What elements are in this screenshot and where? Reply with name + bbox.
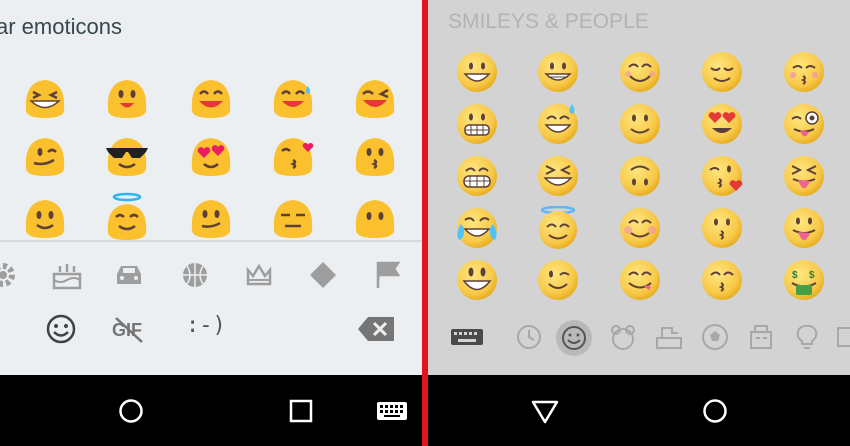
emoji-winking[interactable]	[536, 258, 580, 302]
food-icon[interactable]	[654, 322, 684, 352]
emoji-heart-eyes[interactable]	[186, 130, 236, 180]
gear-icon[interactable]	[0, 258, 20, 292]
emoji-sunglasses[interactable]	[102, 130, 152, 180]
emoji-heart-eyes[interactable]	[700, 102, 744, 146]
keyboard-icon[interactable]	[450, 328, 484, 350]
emoji-kiss-heart[interactable]	[268, 130, 318, 180]
bear-icon[interactable]	[608, 322, 638, 352]
emoji-slight-smile[interactable]	[20, 192, 70, 242]
emoji-grin-teeth[interactable]	[455, 154, 499, 198]
emoji-wink-tongue[interactable]	[20, 130, 70, 180]
clock-icon[interactable]	[514, 322, 544, 352]
emoji-smile[interactable]	[102, 72, 152, 122]
symbols-icon[interactable]	[834, 322, 850, 352]
emoji-relieved[interactable]	[700, 50, 744, 94]
emoji-money-mouth[interactable]: $ $	[782, 258, 826, 302]
category-title: SMILEYS & PEOPLE	[448, 10, 649, 33]
emoji-grinning[interactable]	[455, 50, 499, 94]
emoji-yum[interactable]	[618, 258, 662, 302]
emoji-kissing-closed-eyes[interactable]	[782, 50, 826, 94]
emoji-laughing-wink[interactable]	[350, 72, 400, 122]
smiley-category-icon[interactable]	[559, 323, 589, 353]
text-emoticon-key[interactable]: :-)	[186, 313, 226, 338]
emoji-wink-tongue[interactable]	[782, 102, 826, 146]
car-icon[interactable]	[112, 258, 146, 292]
home-button-icon[interactable]	[702, 398, 728, 424]
diamond-icon[interactable]	[306, 258, 340, 292]
emoji-tongue[interactable]	[782, 206, 826, 250]
emoji-kissing[interactable]	[350, 130, 400, 180]
emoji-grimacing[interactable]	[455, 102, 499, 146]
emoji-blush-smile[interactable]	[186, 72, 236, 122]
emoji-kissing-smiling[interactable]	[700, 258, 744, 302]
emoticon-section-title: ar emoticons	[0, 14, 122, 39]
crown-icon[interactable]	[242, 258, 276, 292]
emoji-blank[interactable]	[350, 192, 400, 242]
backspace-icon[interactable]	[356, 314, 396, 344]
emoji-grinning-big[interactable]	[455, 258, 499, 302]
emoji-upside-down[interactable]	[618, 154, 662, 198]
left-emoji-grid	[0, 68, 422, 240]
emoji-blushing[interactable]	[618, 206, 662, 250]
bulb-icon[interactable]	[792, 322, 822, 352]
emoji-grin[interactable]	[536, 50, 580, 94]
building-icon[interactable]	[746, 322, 776, 352]
emoji-kissing[interactable]	[700, 206, 744, 250]
emoji-tears-of-joy[interactable]	[455, 206, 499, 250]
emoji-smirk[interactable]	[186, 192, 236, 242]
emoji-laughing[interactable]	[536, 154, 580, 198]
emoji-innocent[interactable]	[536, 206, 580, 250]
emoji-slight-smile[interactable]	[618, 102, 662, 146]
back-button-icon[interactable]	[530, 399, 560, 425]
cake-icon[interactable]	[50, 258, 84, 292]
emoji-sweat-smile[interactable]	[268, 72, 318, 122]
emoji-neutral[interactable]	[268, 192, 318, 242]
emoji-squint-tongue[interactable]	[782, 154, 826, 198]
emoji-grinning-squint[interactable]	[20, 72, 70, 122]
right-navigation-bar	[428, 375, 850, 446]
emoji-kiss-heart[interactable]	[700, 154, 744, 198]
emoji-smile-blush[interactable]	[618, 50, 662, 94]
svg-text:$: $	[792, 270, 798, 281]
smiley-icon[interactable]	[44, 312, 78, 346]
left-category-separator	[0, 240, 422, 242]
left-navigation-bar	[0, 375, 422, 446]
home-button-icon[interactable]	[118, 398, 144, 424]
svg-text:$: $	[809, 270, 815, 281]
basketball-icon[interactable]	[178, 258, 212, 292]
recents-button-icon[interactable]	[289, 399, 313, 423]
flag-icon[interactable]	[370, 258, 404, 292]
soccer-icon[interactable]	[700, 322, 730, 352]
no-gif-icon[interactable]: GIF	[110, 314, 150, 344]
emoji-halo[interactable]	[102, 192, 152, 242]
emoji-sweat-smile[interactable]	[536, 102, 580, 146]
keyboard-switch-icon[interactable]	[376, 401, 408, 421]
